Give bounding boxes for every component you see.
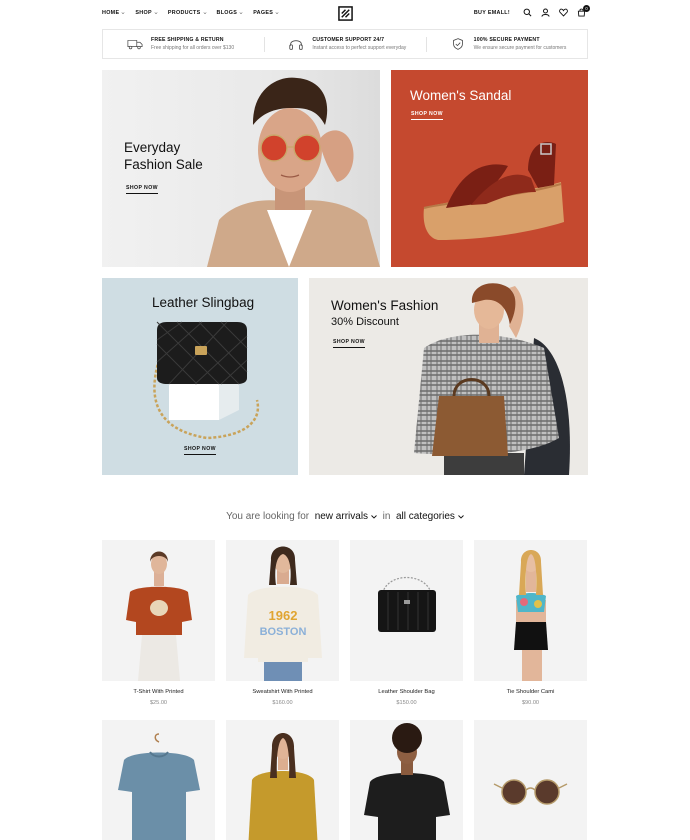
model-woman-plaid-image bbox=[414, 283, 570, 475]
nav-blogs[interactable]: BLOGS bbox=[217, 10, 244, 16]
logo-icon[interactable] bbox=[338, 6, 353, 21]
product-image[interactable] bbox=[102, 540, 215, 681]
product-card[interactable] bbox=[102, 720, 215, 840]
banner-title: Leather Slingbag bbox=[152, 295, 255, 310]
product-card[interactable]: Leather Shoulder Bag $150.00 bbox=[350, 540, 463, 706]
product-image[interactable] bbox=[226, 720, 339, 840]
product-card[interactable]: Tie Shoulder Cami $90.00 bbox=[474, 540, 587, 706]
headphones-icon bbox=[289, 40, 303, 50]
banner-womens-sandal[interactable]: Women's Sandal SHOP NOW bbox=[391, 70, 588, 267]
product-card[interactable] bbox=[474, 720, 587, 840]
product-name[interactable]: Tie Shoulder Cami bbox=[474, 689, 587, 695]
feature-payment: 100% SECURE PAYMENT We ensure secure pay… bbox=[425, 30, 587, 58]
banner-leather-slingbag[interactable]: Leather Slingbag SHOP NOW bbox=[102, 278, 298, 475]
filter-prefix: You are looking for bbox=[226, 511, 310, 522]
feature-subtitle: Instant access to perfect support everyd… bbox=[312, 45, 407, 51]
chevron-down-icon bbox=[239, 12, 243, 15]
filter-middle: in bbox=[382, 511, 391, 522]
nav-shop[interactable]: SHOP bbox=[135, 10, 158, 16]
product-image[interactable]: 1962 BOSTON bbox=[226, 540, 339, 681]
product-image[interactable] bbox=[350, 720, 463, 840]
blue-tshirt-image bbox=[118, 733, 200, 840]
feature-subtitle: We ensure secure payment for customers bbox=[473, 45, 567, 51]
chevron-down-icon bbox=[154, 12, 158, 15]
shoulder-bag-image bbox=[378, 577, 436, 632]
filter-category-dropdown[interactable]: all categories bbox=[396, 511, 464, 522]
product-card[interactable]: T-Shirt With Printed $25.00 bbox=[102, 540, 215, 706]
features-bar: FREE SHIPPING & RETURN Free shipping for… bbox=[102, 29, 588, 59]
tshirt-model-image bbox=[126, 551, 192, 681]
shop-now-link[interactable]: SHOP NOW bbox=[126, 185, 158, 194]
product-price: $25.00 bbox=[149, 700, 168, 706]
product-filter: You are looking for new arrivals in all … bbox=[0, 511, 690, 522]
product-price: $90.00 bbox=[521, 700, 540, 706]
product-price: $150.00 bbox=[396, 700, 417, 706]
truck-icon bbox=[127, 40, 143, 50]
banner-fashion-sale[interactable]: Everyday Fashion Sale SHOP NOW bbox=[102, 70, 380, 267]
banner-title: Everyday Fashion Sale bbox=[124, 140, 203, 172]
product-image[interactable] bbox=[102, 720, 215, 840]
feature-support: CUSTOMER SUPPORT 24/7 Instant access to … bbox=[264, 30, 425, 58]
product-name[interactable]: Sweatshirt With Printed bbox=[226, 689, 339, 695]
svg-text:BOSTON: BOSTON bbox=[260, 626, 307, 638]
chevron-down-icon bbox=[458, 514, 464, 519]
product-name[interactable]: T-Shirt With Printed bbox=[102, 689, 215, 695]
sandal-image bbox=[423, 141, 564, 240]
slingbag-image bbox=[153, 321, 260, 440]
nav-products[interactable]: PRODUCTS bbox=[168, 10, 207, 16]
product-card[interactable] bbox=[350, 720, 463, 840]
product-name[interactable]: Leather Shoulder Bag bbox=[350, 689, 463, 695]
shop-now-link[interactable]: SHOP NOW bbox=[333, 339, 365, 348]
nav-pages[interactable]: PAGES bbox=[253, 10, 279, 16]
product-card[interactable] bbox=[226, 720, 339, 840]
banner-womens-fashion[interactable]: Women's Fashion 30% Discount SHOP NOW bbox=[309, 278, 588, 475]
feature-shipping: FREE SHIPPING & RETURN Free shipping for… bbox=[103, 30, 264, 58]
product-card[interactable]: 1962 BOSTON Sweatshirt With Printed $160… bbox=[226, 540, 339, 706]
product-price: $160.00 bbox=[272, 700, 293, 706]
product-image[interactable] bbox=[474, 720, 587, 840]
black-tshirt-model-image bbox=[364, 723, 450, 840]
cart-button[interactable]: 0 bbox=[577, 5, 590, 17]
yellow-top-model-image bbox=[248, 733, 318, 840]
product-image[interactable] bbox=[350, 540, 463, 681]
shop-now-link[interactable]: SHOP NOW bbox=[411, 111, 443, 120]
site-header: HOME SHOP PRODUCTS BLOGS PAGES BUY EMALL… bbox=[102, 0, 590, 30]
chevron-down-icon bbox=[275, 12, 279, 15]
buy-link[interactable]: BUY EMALL! bbox=[474, 10, 510, 16]
feature-title: 100% SECURE PAYMENT bbox=[473, 37, 540, 43]
feature-subtitle: Free shipping for all orders over $130 bbox=[151, 45, 235, 51]
svg-text:1962: 1962 bbox=[269, 608, 298, 623]
search-icon[interactable] bbox=[523, 8, 532, 17]
chevron-down-icon bbox=[121, 12, 125, 15]
chevron-down-icon bbox=[371, 514, 377, 519]
user-icon[interactable] bbox=[541, 8, 550, 17]
shop-now-link[interactable]: SHOP NOW bbox=[184, 446, 216, 455]
header-actions: BUY EMALL! 0 bbox=[474, 5, 590, 17]
cart-count-badge: 0 bbox=[583, 5, 590, 12]
product-image[interactable] bbox=[474, 540, 587, 681]
sweatshirt-model-image: 1962 BOSTON bbox=[244, 546, 322, 681]
nav-home[interactable]: HOME bbox=[102, 10, 125, 16]
main-nav: HOME SHOP PRODUCTS BLOGS PAGES bbox=[102, 10, 279, 16]
filter-collection-dropdown[interactable]: new arrivals bbox=[315, 511, 377, 522]
feature-title: CUSTOMER SUPPORT 24/7 bbox=[312, 37, 385, 43]
round-sunglasses-image bbox=[493, 779, 568, 805]
banner-title: Women's Sandal bbox=[410, 88, 512, 103]
model-man-sunglasses-image bbox=[207, 77, 380, 267]
heart-icon[interactable] bbox=[559, 8, 568, 17]
feature-title: FREE SHIPPING & RETURN bbox=[151, 37, 224, 43]
shield-check-icon bbox=[452, 38, 463, 50]
cami-model-image bbox=[514, 550, 548, 681]
chevron-down-icon bbox=[203, 12, 206, 15]
